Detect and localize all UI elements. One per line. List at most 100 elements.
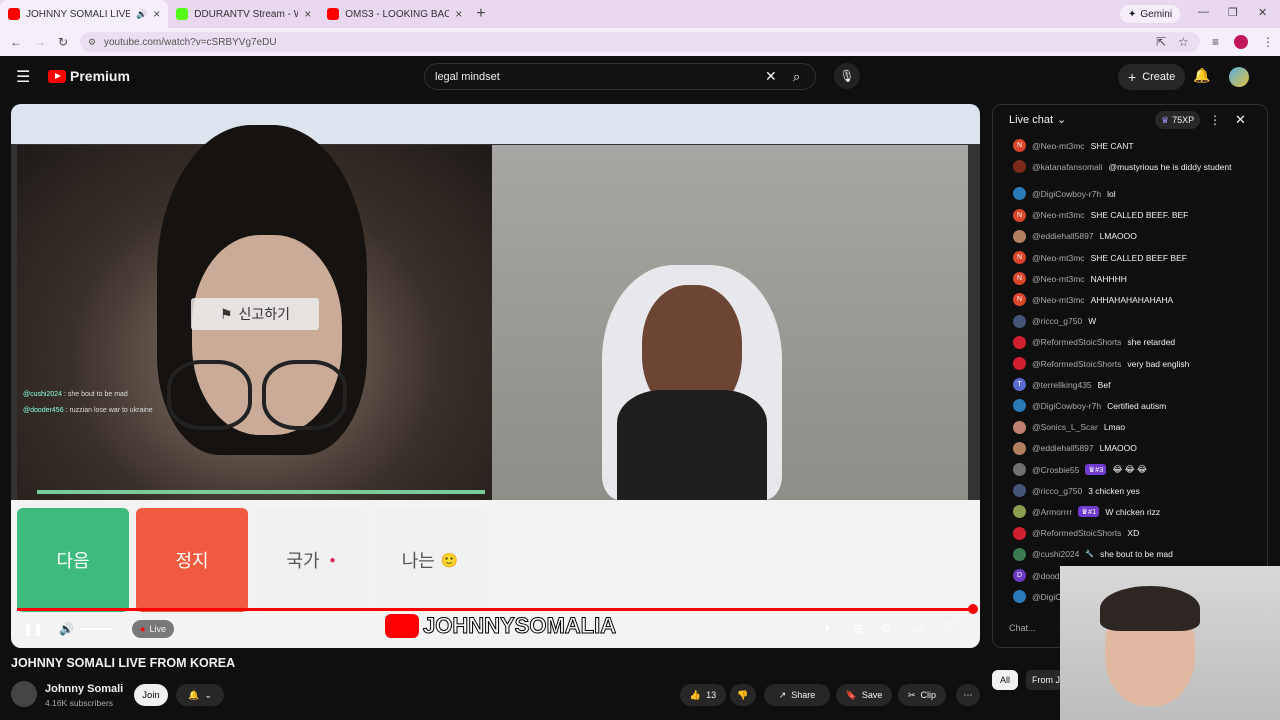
- chat-message[interactable]: @cushi2024 🔧 she bout to be mad: [1013, 547, 1253, 561]
- more-icon[interactable]: ⋮: [1209, 113, 1221, 127]
- filter-all-chip[interactable]: All: [992, 670, 1018, 690]
- channel-name[interactable]: Johnny Somali: [45, 683, 123, 695]
- subscriber-count: 4.16K subscribers: [45, 698, 114, 708]
- chat-avatar: N: [1013, 272, 1026, 286]
- progress-scrubber[interactable]: [968, 604, 978, 614]
- mic-icon[interactable]: 🎙: [834, 63, 860, 89]
- chat-message[interactable]: N @Neo-mt3mc NAHHHH: [1013, 272, 1253, 286]
- overlay-text: she bout to be mad: [67, 391, 128, 398]
- country-button[interactable]: 국가 ●: [255, 508, 367, 612]
- browser-tab-1[interactable]: JOHNNY SOMALI LIVE FRO 🔊 ×: [0, 0, 169, 28]
- miniplayer-icon[interactable]: ▭: [913, 622, 923, 635]
- chat-message[interactable]: T @terrellking435 Bef: [1013, 378, 1253, 392]
- browser-tab-3[interactable]: OMS3 - LOOKING BACK - OFFI ×: [319, 0, 470, 28]
- install-icon[interactable]: ⇱: [1156, 35, 1166, 49]
- stop-button[interactable]: 정지: [136, 508, 248, 612]
- close-chat-icon[interactable]: ✕: [1235, 112, 1246, 128]
- search-input[interactable]: legal mindset ✕ ⌕: [424, 63, 816, 90]
- subtitles-icon[interactable]: ▤: [853, 622, 863, 635]
- volume-slider[interactable]: [81, 628, 111, 630]
- watermark: JOHNNYSOMALIA: [385, 612, 617, 640]
- youtube-logo[interactable]: Premium: [48, 68, 130, 84]
- minimize-icon[interactable]: —: [1198, 6, 1209, 18]
- live-badge[interactable]: ● Live: [132, 620, 174, 638]
- pause-icon[interactable]: ❚❚: [23, 622, 43, 636]
- bell-icon[interactable]: 🔔: [1193, 67, 1210, 84]
- browser-menu-icon[interactable]: ⋮: [1262, 35, 1274, 49]
- chat-message[interactable]: @DigiCowboy-r7h lol: [1013, 187, 1253, 201]
- youtube-favicon-icon: [8, 8, 20, 20]
- clear-search-icon[interactable]: ✕: [765, 68, 777, 85]
- back-icon[interactable]: ←: [10, 35, 22, 49]
- overlay-user: @dooder456: [23, 407, 64, 414]
- search-icon[interactable]: ⌕: [793, 69, 800, 85]
- chat-avatar: [1013, 420, 1026, 434]
- report-label: 신고하기: [238, 306, 291, 322]
- chat-avatar: [1013, 229, 1026, 243]
- dislike-button[interactable]: 👎: [730, 684, 756, 706]
- channel-avatar[interactable]: [11, 681, 37, 707]
- chat-message[interactable]: @DigiCowboy-r7h Certified autism: [1013, 399, 1253, 413]
- chat-message[interactable]: @ricco_g750 3 chicken yes: [1013, 484, 1253, 498]
- chat-avatar: [1013, 505, 1026, 519]
- media-icon[interactable]: ≡: [1212, 35, 1219, 49]
- autoplay-toggle-icon[interactable]: ⏵: [825, 622, 831, 635]
- close-tab-icon[interactable]: ×: [153, 7, 160, 21]
- close-tab-icon[interactable]: ×: [455, 7, 462, 21]
- chat-text: XD: [1127, 528, 1140, 539]
- menu-icon[interactable]: ☰: [16, 67, 30, 87]
- chat-message[interactable]: @eddiehall5897 LMAOOO: [1013, 441, 1253, 455]
- new-tab-button[interactable]: +: [476, 5, 485, 23]
- settings-icon[interactable]: ⚙: [881, 622, 891, 635]
- chat-message[interactable]: @eddiehall5897 LMAOOO: [1013, 229, 1253, 243]
- chat-message[interactable]: N @Neo-mt3mc SHE CANT: [1013, 139, 1253, 152]
- fullscreen-icon[interactable]: ⛶: [945, 622, 953, 635]
- face-emoji-icon: 🙂: [440, 551, 459, 568]
- like-button[interactable]: 👍 13: [680, 684, 726, 706]
- more-actions-button[interactable]: ⋯: [956, 684, 980, 706]
- reload-icon[interactable]: ↻: [58, 35, 68, 49]
- xp-badge[interactable]: ♛ 75XP: [1155, 111, 1201, 129]
- next-button[interactable]: 다음: [17, 508, 129, 612]
- gender-button[interactable]: 나는 🙂: [374, 508, 486, 612]
- notifications-button[interactable]: 🔔 ⌄: [176, 684, 224, 706]
- clip-button[interactable]: ✂ Clip: [898, 684, 946, 706]
- chat-message[interactable]: @Sonics_L_Scar Lmao: [1013, 420, 1253, 434]
- create-button[interactable]: + Create: [1118, 64, 1186, 90]
- chat-message[interactable]: @Crosbie55 ♛#3 😂 😂 😂: [1013, 463, 1253, 476]
- chat-message[interactable]: @katanafansomali @mustyrious he is diddy …: [1013, 160, 1253, 174]
- maximize-icon[interactable]: ❐: [1228, 6, 1238, 19]
- clip-label: Clip: [920, 690, 937, 700]
- account-avatar[interactable]: [1229, 67, 1249, 87]
- browser-tab-2[interactable]: DDURANTV Stream - Watch Liv ×: [168, 0, 319, 28]
- bookmark-star-icon[interactable]: ☆: [1178, 35, 1189, 49]
- streamer-body-shape: [617, 390, 767, 500]
- video-player[interactable]: ⚑ 신고하기 @cushi2024 : she bout to be mad @…: [11, 104, 980, 648]
- site-info-icon[interactable]: ⚙: [88, 37, 96, 48]
- report-button[interactable]: ⚑ 신고하기: [191, 298, 319, 330]
- share-button[interactable]: ↗ Share: [764, 684, 830, 706]
- join-button[interactable]: Join: [134, 684, 168, 706]
- close-tab-icon[interactable]: ×: [304, 7, 311, 21]
- address-bar[interactable]: ⚙ youtube.com/watch?v=cSRBYVg7eDU: [80, 32, 1200, 52]
- save-button[interactable]: 🔖 Save: [836, 684, 892, 706]
- chat-input[interactable]: Chat...: [1009, 623, 1036, 633]
- chat-message[interactable]: @ReformedStoicShorts very bad english: [1013, 357, 1253, 370]
- chat-avatar: [1013, 590, 1026, 604]
- join-label: Join: [142, 689, 160, 701]
- chat-message[interactable]: N @Neo-mt3mc SHE CALLED BEEF. BEF: [1013, 208, 1253, 222]
- chat-message[interactable]: @ReformedStoicShorts XD: [1013, 526, 1253, 540]
- chat-author: @Neo-mt3mc: [1032, 252, 1085, 263]
- gemini-button[interactable]: ✦ Gemini: [1120, 5, 1181, 23]
- chat-message[interactable]: N @Neo-mt3mc SHE CALLED BEEF BEF: [1013, 251, 1253, 264]
- live-chat-header[interactable]: Live chat ⌄: [1009, 113, 1066, 127]
- chat-message[interactable]: @ReformedStoicShorts she retarded: [1013, 335, 1253, 349]
- profile-avatar[interactable]: [1234, 35, 1248, 49]
- window-close-icon[interactable]: ✕: [1258, 6, 1267, 19]
- forward-icon[interactable]: →: [34, 35, 46, 49]
- volume-icon[interactable]: 🔊: [59, 622, 74, 636]
- chat-message[interactable]: @ricco_g750 W: [1013, 314, 1253, 328]
- chat-message[interactable]: N @Neo-mt3mc AHHAHAHAHAHAHA: [1013, 293, 1253, 307]
- chat-message[interactable]: @Armorrrr ♛#1 W chicken rizz: [1013, 505, 1253, 519]
- video-progress-bar[interactable]: [17, 608, 972, 611]
